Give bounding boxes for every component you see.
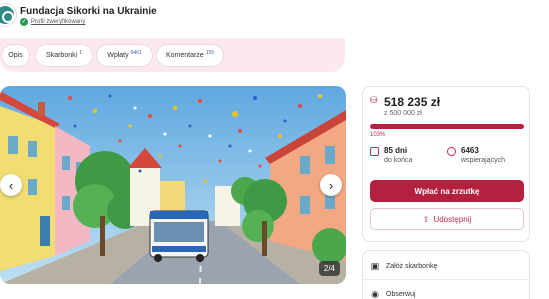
people-icon xyxy=(447,147,456,156)
supporters-label: wspierających xyxy=(461,157,505,164)
tab-label: Skarbonki xyxy=(46,52,78,59)
tab-label: Wpłaty xyxy=(107,52,129,59)
coins-icon: ⛁ xyxy=(370,95,378,105)
chevron-left-icon: ‹ xyxy=(8,177,14,193)
tab-opis[interactable]: Opis xyxy=(2,45,29,66)
supporters-value: 6463 xyxy=(461,146,479,155)
donate-button[interactable]: Wpłać na zrzutkę xyxy=(370,180,524,202)
share-label: Udostępnij xyxy=(433,214,472,224)
calendar-icon xyxy=(370,147,379,156)
raised-amount: 518 235 zł xyxy=(384,95,441,109)
chevron-right-icon: › xyxy=(328,177,334,193)
org-logo[interactable] xyxy=(0,4,16,26)
follow-action[interactable]: ◉ Obserwuj xyxy=(370,289,416,299)
gallery-prev-button[interactable]: ‹ xyxy=(0,174,22,196)
share-button[interactable]: ⇪ Udostępnij xyxy=(370,208,524,230)
verified-label: Profil zweryfikowany xyxy=(31,19,86,25)
days-left-label: do końca xyxy=(384,157,413,164)
create-piggybank-label: Załóż skarbonkę xyxy=(386,263,438,270)
days-left-value: 85 dni xyxy=(384,146,408,155)
check-circle-icon: ✓ xyxy=(20,18,28,26)
gallery-next-button[interactable]: › xyxy=(320,174,342,196)
verified-badge[interactable]: ✓ Profil zweryfikowany xyxy=(20,18,85,26)
eye-icon: ◉ xyxy=(371,289,379,299)
goal-amount: z 500 000 zł xyxy=(384,110,422,117)
create-piggybank-action[interactable]: ▣ Załóż skarbonkę xyxy=(370,261,438,272)
progress-bar xyxy=(370,124,524,129)
tab-wplaty[interactable]: Wpłaty 6461 xyxy=(97,45,152,66)
org-name[interactable]: Fundacja Sikorki na Ukrainie xyxy=(20,6,157,17)
divider xyxy=(363,279,529,280)
share-icon: ⇪ xyxy=(422,214,430,224)
fundraiser-page: Fundacja Sikorki na Ukrainie ✓ Profil zw… xyxy=(0,0,549,299)
progress-fill xyxy=(370,124,524,129)
piggybank-icon: ▣ xyxy=(370,261,380,271)
progress-percent: 103% xyxy=(370,132,386,138)
street-painting xyxy=(0,86,346,284)
tab-skarbonki[interactable]: Skarbonki 1 xyxy=(36,45,92,66)
tab-count: 155 xyxy=(205,49,215,56)
tab-komentarze[interactable]: Komentarze 155 xyxy=(157,45,223,66)
tab-count: 6461 xyxy=(130,49,142,56)
follow-label: Obserwuj xyxy=(386,291,416,298)
tab-label: Komentarze xyxy=(165,52,204,59)
fundraiser-summary: ⛁ 518 235 zł z 500 000 zł 103% 85 dni do… xyxy=(362,86,530,242)
tab-label: Opis xyxy=(8,52,23,59)
gallery-counter: 2/4 xyxy=(318,261,340,276)
tab-count: 1 xyxy=(79,49,82,56)
gallery-image[interactable]: ‹ › 2/4 xyxy=(0,86,346,284)
actions-panel: ▣ Załóż skarbonkę ◉ Obserwuj xyxy=(362,250,530,299)
